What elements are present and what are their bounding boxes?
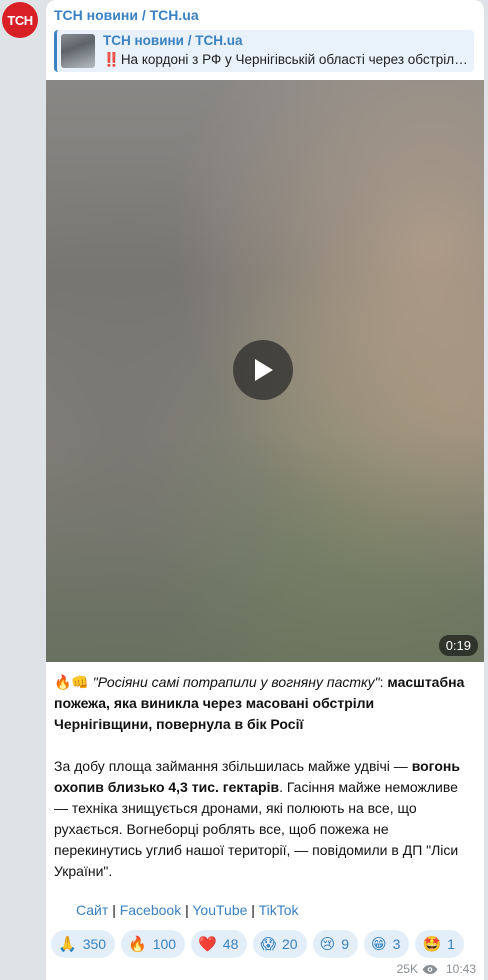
reactions-bar: 🙏 350 🔥 100 ❤️ 48 😱 20 😢 9 😁 3 🤩 1 bbox=[51, 930, 464, 958]
reaction-cry[interactable]: 😢 9 bbox=[312, 930, 359, 958]
cry-icon: 😢 bbox=[319, 935, 336, 953]
reaction-count: 100 bbox=[152, 936, 177, 952]
link-separator: | bbox=[112, 902, 116, 918]
channel-avatar[interactable]: ТСН bbox=[2, 2, 38, 38]
reaction-count: 1 bbox=[447, 936, 455, 952]
avatar-text: ТСН bbox=[7, 12, 33, 28]
link-youtube[interactable]: YouTube bbox=[192, 902, 247, 918]
scream-icon: 😱 bbox=[260, 935, 276, 953]
heart-icon: ❤️ bbox=[198, 935, 217, 953]
double-exclamation-icon: ‼️ bbox=[103, 52, 120, 67]
caption-colon: : bbox=[379, 674, 384, 690]
forwarded-preview-text: На кордоні з РФ у Чернігівській області … bbox=[120, 52, 469, 67]
reaction-count: 48 bbox=[222, 936, 239, 952]
fire-fist-emoji: 🔥👊 bbox=[54, 674, 89, 690]
video-duration: 0:19 bbox=[438, 635, 478, 656]
forwarded-thumbnail bbox=[61, 34, 95, 68]
caption-quote: "Росіяни самі потрапили у вогняну пастку… bbox=[92, 674, 380, 690]
caption-headline: 🔥👊 "Росіяни самі потрапили у вогняну пас… bbox=[54, 672, 474, 735]
channel-name[interactable]: ТСН новини / TCH.ua bbox=[54, 7, 199, 23]
links-row: Сайт | Facebook | YouTube | TikTok bbox=[76, 902, 299, 918]
reaction-count: 3 bbox=[392, 936, 401, 952]
link-separator: | bbox=[185, 902, 189, 918]
star-struck-icon: 🤩 bbox=[422, 935, 442, 953]
reaction-count: 350 bbox=[82, 936, 107, 952]
play-icon bbox=[255, 359, 273, 381]
forwarded-text: ‼️ На кордоні з РФ у Чернігівській област… bbox=[103, 52, 469, 68]
caption-body: За добу площа займання збільшилась майже… bbox=[54, 756, 474, 882]
reaction-heart[interactable]: ❤️ 48 bbox=[191, 930, 248, 958]
link-tiktok[interactable]: TikTok bbox=[259, 902, 299, 918]
forwarded-title: ТСН новини / TCH.ua bbox=[103, 33, 243, 48]
video-player[interactable]: 0:19 bbox=[46, 80, 484, 662]
reaction-count: 9 bbox=[341, 936, 350, 952]
link-facebook[interactable]: Facebook bbox=[120, 902, 181, 918]
message-meta: 25K 10:43 bbox=[397, 962, 476, 976]
fire-icon: 🔥 bbox=[128, 935, 147, 953]
caption-body-start: За добу площа займання збільшилась майже… bbox=[54, 758, 412, 774]
reaction-scream[interactable]: 😱 20 bbox=[253, 930, 307, 958]
message-bubble: ТСН новини / TCH.ua ТСН новини / TCH.ua … bbox=[46, 0, 484, 980]
pray-icon: 🙏 bbox=[58, 935, 77, 953]
reaction-fire[interactable]: 🔥 100 bbox=[121, 930, 186, 958]
reaction-pray[interactable]: 🙏 350 bbox=[51, 930, 116, 958]
reaction-count: 20 bbox=[282, 936, 298, 952]
eye-icon bbox=[422, 964, 438, 974]
play-button[interactable] bbox=[233, 340, 293, 400]
forwarded-preview[interactable]: ТСН новини / TCH.ua ‼️ На кордоні з РФ у … bbox=[54, 30, 474, 72]
message-time: 10:43 bbox=[445, 962, 476, 976]
link-site[interactable]: Сайт bbox=[76, 902, 108, 918]
message-text: 🔥👊 "Росіяни самі потрапили у вогняну пас… bbox=[54, 672, 474, 882]
reaction-grin[interactable]: 😁 3 bbox=[364, 930, 410, 958]
grin-icon: 😁 bbox=[371, 935, 387, 953]
reaction-star-struck[interactable]: 🤩 1 bbox=[415, 930, 464, 958]
view-count: 25K bbox=[396, 962, 418, 976]
link-separator: | bbox=[251, 902, 255, 918]
